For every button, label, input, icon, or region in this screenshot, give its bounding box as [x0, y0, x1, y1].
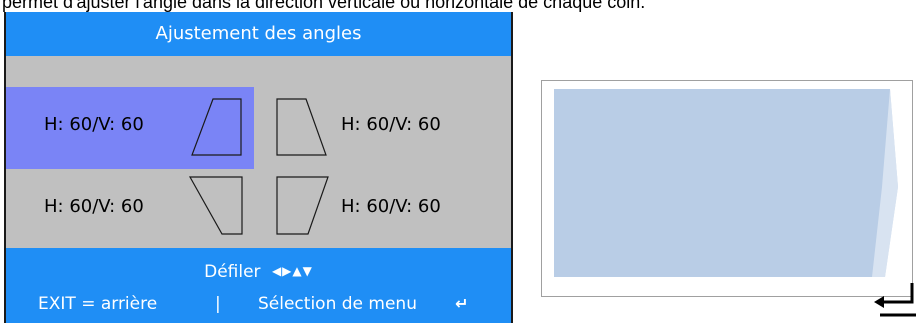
menu-select-hint: Sélection de menu: [258, 294, 417, 314]
corner-cell-bottom-left[interactable]: H: 60/V: 60: [6, 167, 254, 249]
enter-key-icon: ↵: [455, 294, 469, 313]
corner-value-label: H: 60/V: 60: [341, 196, 441, 217]
bottom-left-corner-shape-icon: [188, 176, 243, 235]
corner-cell-bottom-right[interactable]: H: 60/V: 60: [258, 167, 511, 249]
corner-value-label: H: 60/V: 60: [44, 114, 144, 135]
scroll-label: Défiler: [204, 262, 261, 282]
bottom-right-corner-shape-icon: [276, 176, 329, 235]
corner-cell-top-left[interactable]: H: 60/V: 60: [6, 87, 254, 169]
corner-value-label: H: 60/V: 60: [341, 114, 441, 135]
corner-value-label: H: 60/V: 60: [44, 196, 144, 217]
corner-cell-top-right[interactable]: H: 60/V: 60: [258, 87, 511, 169]
osd-title: Ajustement des angles: [6, 12, 511, 56]
top-right-corner-shape-icon: [276, 98, 327, 156]
corner-adjust-arrow-icon: [874, 283, 916, 317]
arrow-keys-icon: ◀▶▲▼: [271, 264, 313, 278]
keystone-preview: [541, 80, 913, 297]
page: permet d'ajuster l'angle dans la directi…: [0, 0, 917, 323]
scroll-hint: Défiler ◀▶▲▼: [6, 262, 511, 282]
footer-separator: |: [215, 294, 221, 314]
exit-hint: EXIT = arrière: [38, 294, 158, 314]
projected-image-shape: [554, 89, 898, 277]
osd-footer: Défiler ◀▶▲▼ EXIT = arrière | Sélection …: [6, 248, 511, 323]
osd-menu-panel: Ajustement des angles H: 60/V: 60 H: 60/…: [4, 12, 513, 323]
top-left-corner-shape-icon: [191, 98, 242, 156]
